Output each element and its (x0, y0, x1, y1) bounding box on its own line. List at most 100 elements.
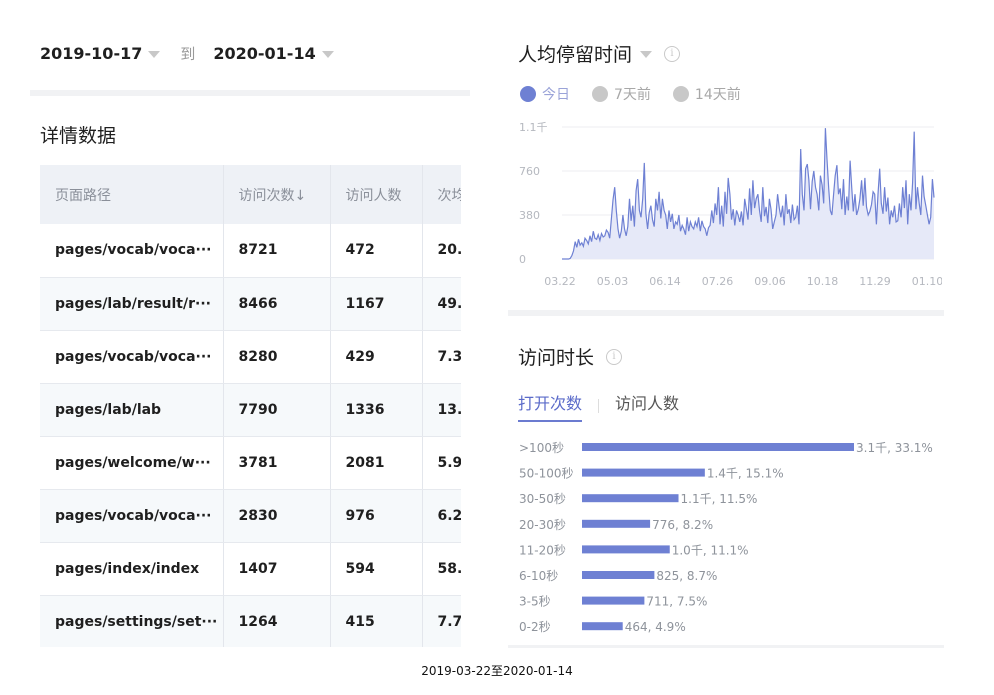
legend-item-14days[interactable]: 14天前 (672, 84, 741, 104)
cell-path: pages/settings/set··· (40, 595, 224, 647)
bar-value-label: 825, 8.7% (656, 569, 717, 583)
info-icon[interactable]: i (606, 348, 623, 365)
table-row[interactable]: pages/lab/result/r···8466116749.3 (40, 277, 461, 331)
x-tick-label: 07.26 (702, 275, 734, 288)
x-tick-label: 10.18 (807, 275, 839, 288)
table-row[interactable]: pages/vocab/voca··· 2830 976 6.2 (40, 489, 461, 543)
cell-visitors: 2081 (330, 436, 423, 490)
category-label: 20-30秒 (519, 518, 566, 532)
table-row[interactable]: pages/welcome/w··· 3781 2081 5.9 (40, 436, 461, 490)
table-header-row: 页面路径 访问次数↓ 访问人数 次均 (40, 165, 461, 224)
bar (582, 545, 670, 554)
table-row[interactable]: pages/settings/set··· 1264 415 7.7 (40, 595, 461, 647)
category-label: 11-20秒 (519, 543, 566, 557)
bar-value-label: 1.1千, 11.5% (681, 492, 758, 506)
detail-title: 详情数据 (40, 125, 117, 147)
cell-avg: 58.0 (422, 542, 461, 596)
cell-visits: 7790 (223, 383, 331, 437)
bar-value-label: 464, 4.9% (625, 620, 686, 634)
category-label: 0-2秒 (519, 620, 551, 634)
chevron-down-icon[interactable] (640, 51, 653, 58)
bar (582, 571, 655, 579)
duration-bar-chart: >100秒 3.1千, 33.1% 50-100秒 1.4千, 15.1% 30-50秒… (519, 441, 933, 634)
bar (582, 494, 679, 503)
visit-duration-title-text: 访问时长 (518, 347, 595, 369)
cell-visits: 8466 (223, 277, 331, 331)
bar (582, 622, 623, 631)
cell-avg: 20.7 (422, 224, 461, 278)
col-header-path: 页面路径 (40, 165, 224, 224)
y-tick-label: 0 (519, 253, 526, 266)
x-tick-label: 03.22 (544, 275, 576, 288)
cell-path: pages/lab/lab (40, 383, 224, 437)
legend-item-7days[interactable]: 7天前 (592, 84, 651, 104)
bar-value-label: 1.0千, 11.1% (672, 543, 749, 557)
legend-label: 7天前 (614, 87, 651, 103)
col-header-visitors[interactable]: 访问人数 (330, 165, 423, 224)
tab-open-count[interactable]: 打开次数 (518, 390, 583, 422)
dwell-title-text: 人均停留时间 (518, 44, 633, 66)
cell-path: pages/vocab/voca··· (40, 330, 224, 384)
bar (582, 596, 645, 605)
bar-value-label: 776, 8.2% (652, 518, 713, 532)
bar-value-label: 711, 7.5% (646, 595, 707, 609)
category-label: 6-10秒 (519, 569, 558, 583)
cell-avg: 6.2 (422, 489, 461, 543)
legend-dot (592, 86, 608, 102)
legend-dot (672, 86, 689, 102)
table-row[interactable]: pages/index/index140759458.0 (40, 542, 461, 596)
x-tick-label: 06.14 (649, 275, 681, 288)
cell-visitors: 1167 (330, 277, 423, 331)
cell-visits: 8280 (223, 330, 331, 384)
legend-item-today[interactable]: 今日 (520, 84, 570, 104)
start-date-select[interactable]: 2019-10-17 (40, 44, 142, 63)
category-label: >100秒 (519, 441, 564, 455)
cell-path: pages/index/index (40, 542, 224, 596)
bar (582, 519, 651, 528)
dwell-title: 人均停留时间 i (518, 40, 681, 67)
bar (582, 468, 705, 477)
date-caption: 2019-03-22至2020-01-14 (421, 664, 573, 678)
legend-dot (520, 86, 536, 102)
cell-visitors: 594 (330, 542, 423, 596)
cell-avg: 7.3 (422, 330, 461, 384)
x-tick-label: 01.10 (912, 275, 942, 288)
info-icon[interactable]: i (664, 45, 681, 62)
visit-duration-title: 访问时长 i (518, 343, 623, 370)
cell-visits: 8721 (223, 224, 331, 278)
cell-visitors: 415 (330, 595, 423, 647)
category-label: 50-100秒 (519, 467, 574, 481)
col-header-visits[interactable]: 访问次数↓ (223, 165, 331, 224)
category-label: 3-5秒 (519, 595, 551, 609)
chevron-down-icon[interactable] (148, 50, 161, 58)
bar-value-label: 3.1千, 33.1% (856, 441, 933, 455)
table-row[interactable]: pages/vocab/voca···872147220.7 (40, 224, 461, 278)
chevron-down-icon[interactable] (321, 50, 334, 58)
bar (582, 443, 854, 451)
cell-path: pages/vocab/voca··· (40, 224, 224, 278)
legend-label: 14天前 (694, 87, 741, 103)
tab-visitors[interactable]: 访问人数 (615, 390, 679, 422)
category-label: 30-50秒 (519, 492, 566, 506)
y-tick-label: 380 (519, 209, 540, 222)
tab-separator (598, 399, 600, 413)
cell-visitors: 472 (330, 224, 423, 278)
cell-visits: 1407 (223, 542, 331, 596)
cell-visitors: 976 (330, 489, 423, 543)
legend-label: 今日 (542, 87, 570, 103)
table-row[interactable]: pages/vocab/voca··· 8280 429 7.3 (40, 330, 461, 384)
divider (508, 645, 944, 648)
cell-visits: 2830 (223, 489, 331, 543)
cell-avg: 5.9 (422, 436, 461, 490)
table-row[interactable]: pages/lab/lab7790133613.2 (40, 383, 461, 437)
date-to-label: 到 (180, 44, 196, 63)
x-tick-label: 09.06 (754, 275, 786, 288)
date-range: 2019-10-17 到 2020-01-14 (40, 40, 334, 66)
cell-visitors: 1336 (330, 383, 423, 437)
cell-visitors: 429 (330, 330, 423, 384)
duration-tabs: 打开次数 访问人数 (518, 390, 679, 422)
col-header-avg[interactable]: 次均 (422, 165, 461, 224)
end-date-select[interactable]: 2020-01-14 (213, 44, 315, 63)
bar-value-label: 1.4千, 15.1% (707, 467, 784, 481)
cell-avg: 49.3 (422, 277, 461, 331)
